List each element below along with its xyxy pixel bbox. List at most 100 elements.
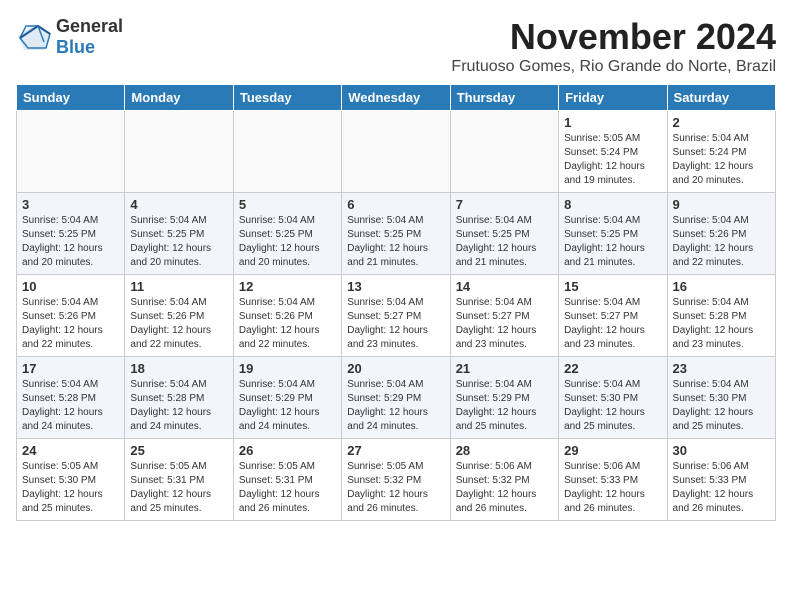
page-header: General Blue November 2024 Frutuoso Gome… <box>16 16 776 76</box>
weekday-header-friday: Friday <box>559 85 667 111</box>
day-cell-1: 1 Sunrise: 5:05 AMSunset: 5:24 PMDaylight… <box>559 111 667 193</box>
day-number: 4 <box>130 197 227 212</box>
day-info: Sunrise: 5:04 AMSunset: 5:29 PMDaylight:… <box>347 378 444 434</box>
day-info: Sunrise: 5:04 AMSunset: 5:26 PMDaylight:… <box>239 296 336 352</box>
day-cell-12: 12 Sunrise: 5:04 AMSunset: 5:26 PMDayligh… <box>233 275 341 357</box>
day-number: 28 <box>456 443 553 458</box>
day-cell-3: 3 Sunrise: 5:04 AMSunset: 5:25 PMDaylight… <box>17 193 125 275</box>
week-row-5: 24 Sunrise: 5:05 AMSunset: 5:30 PMDayligh… <box>17 439 776 521</box>
day-info: Sunrise: 5:04 AMSunset: 5:26 PMDaylight:… <box>130 296 227 352</box>
logo-blue: Blue <box>56 37 95 57</box>
day-info: Sunrise: 5:06 AMSunset: 5:33 PMDaylight:… <box>564 460 661 516</box>
day-info: Sunrise: 5:04 AMSunset: 5:28 PMDaylight:… <box>673 296 770 352</box>
day-number: 2 <box>673 115 770 130</box>
calendar-table: SundayMondayTuesdayWednesdayThursdayFrid… <box>16 84 776 521</box>
weekday-header-saturday: Saturday <box>667 85 775 111</box>
week-row-1: 1 Sunrise: 5:05 AMSunset: 5:24 PMDaylight… <box>17 111 776 193</box>
week-row-2: 3 Sunrise: 5:04 AMSunset: 5:25 PMDaylight… <box>17 193 776 275</box>
day-number: 23 <box>673 361 770 376</box>
day-number: 11 <box>130 279 227 294</box>
title-block: November 2024 Frutuoso Gomes, Rio Grande… <box>451 16 776 76</box>
day-info: Sunrise: 5:04 AMSunset: 5:25 PMDaylight:… <box>347 214 444 270</box>
day-number: 22 <box>564 361 661 376</box>
day-number: 21 <box>456 361 553 376</box>
day-cell-5: 5Sunrise: 5:04 AMSunset: 5:25 PMDaylight… <box>233 193 341 275</box>
logo: General Blue <box>16 16 123 58</box>
weekday-header-monday: Monday <box>125 85 233 111</box>
day-cell-24: 24 Sunrise: 5:05 AMSunset: 5:30 PMDayligh… <box>17 439 125 521</box>
calendar-header-row: SundayMondayTuesdayWednesdayThursdayFrid… <box>17 85 776 111</box>
day-number: 24 <box>22 443 119 458</box>
week-row-4: 17 Sunrise: 5:04 AMSunset: 5:28 PMDayligh… <box>17 357 776 439</box>
day-info: Sunrise: 5:04 AMSunset: 5:28 PMDaylight:… <box>130 378 227 434</box>
day-cell-18: 18Sunrise: 5:04 AMSunset: 5:28 PMDayligh… <box>125 357 233 439</box>
day-number: 27 <box>347 443 444 458</box>
month-title: November 2024 <box>451 16 776 58</box>
day-info: Sunrise: 5:05 AMSunset: 5:30 PMDaylight:… <box>22 460 119 516</box>
day-info: Sunrise: 5:04 AMSunset: 5:30 PMDaylight:… <box>564 378 661 434</box>
day-info: Sunrise: 5:05 AMSunset: 5:31 PMDaylight:… <box>130 460 227 516</box>
day-info: Sunrise: 5:04 AMSunset: 5:24 PMDaylight:… <box>673 132 770 188</box>
day-cell-21: 21 Sunrise: 5:04 AMSunset: 5:29 PMDayligh… <box>450 357 558 439</box>
day-info: Sunrise: 5:06 AMSunset: 5:33 PMDaylight:… <box>673 460 770 516</box>
empty-cell <box>125 111 233 193</box>
day-number: 15 <box>564 279 661 294</box>
day-cell-2: 2 Sunrise: 5:04 AMSunset: 5:24 PMDaylight… <box>667 111 775 193</box>
day-info: Sunrise: 5:04 AMSunset: 5:29 PMDaylight:… <box>456 378 553 434</box>
empty-cell <box>342 111 450 193</box>
day-info: Sunrise: 5:04 AMSunset: 5:26 PMDaylight:… <box>673 214 770 270</box>
day-info: Sunrise: 5:05 AMSunset: 5:32 PMDaylight:… <box>347 460 444 516</box>
day-cell-22: 22 Sunrise: 5:04 AMSunset: 5:30 PMDayligh… <box>559 357 667 439</box>
day-cell-19: 19 Sunrise: 5:04 AMSunset: 5:29 PMDayligh… <box>233 357 341 439</box>
day-number: 3 <box>22 197 119 212</box>
day-number: 8 <box>564 197 661 212</box>
day-cell-26: 26 Sunrise: 5:05 AMSunset: 5:31 PMDayligh… <box>233 439 341 521</box>
day-info: Sunrise: 5:06 AMSunset: 5:32 PMDaylight:… <box>456 460 553 516</box>
day-info: Sunrise: 5:04 AMSunset: 5:25 PMDaylight:… <box>22 214 119 270</box>
day-info: Sunrise: 5:04 AMSunset: 5:27 PMDaylight:… <box>564 296 661 352</box>
logo-text: General Blue <box>56 16 123 58</box>
week-row-3: 10 Sunrise: 5:04 AMSunset: 5:26 PMDayligh… <box>17 275 776 357</box>
day-cell-6: 6 Sunrise: 5:04 AMSunset: 5:25 PMDaylight… <box>342 193 450 275</box>
day-cell-10: 10Sunrise: 5:04 AMSunset: 5:26 PMDayligh… <box>17 275 125 357</box>
day-number: 16 <box>673 279 770 294</box>
day-number: 1 <box>564 115 661 130</box>
day-info: Sunrise: 5:04 AMSunset: 5:28 PMDaylight:… <box>22 378 119 434</box>
day-info: Sunrise: 5:05 AMSunset: 5:24 PMDaylight:… <box>564 132 661 188</box>
day-cell-13: 13Sunrise: 5:04 AMSunset: 5:27 PMDayligh… <box>342 275 450 357</box>
day-info: Sunrise: 5:04 AMSunset: 5:25 PMDaylight:… <box>239 214 336 270</box>
day-number: 9 <box>673 197 770 212</box>
day-cell-20: 20Sunrise: 5:04 AMSunset: 5:29 PMDayligh… <box>342 357 450 439</box>
day-cell-16: 16 Sunrise: 5:04 AMSunset: 5:28 PMDayligh… <box>667 275 775 357</box>
day-cell-30: 30 Sunrise: 5:06 AMSunset: 5:33 PMDayligh… <box>667 439 775 521</box>
day-info: Sunrise: 5:04 AMSunset: 5:25 PMDaylight:… <box>130 214 227 270</box>
day-cell-17: 17 Sunrise: 5:04 AMSunset: 5:28 PMDayligh… <box>17 357 125 439</box>
day-info: Sunrise: 5:05 AMSunset: 5:31 PMDaylight:… <box>239 460 336 516</box>
logo-general: General <box>56 16 123 36</box>
day-number: 19 <box>239 361 336 376</box>
day-cell-14: 14Sunrise: 5:04 AMSunset: 5:27 PMDayligh… <box>450 275 558 357</box>
day-cell-25: 25Sunrise: 5:05 AMSunset: 5:31 PMDayligh… <box>125 439 233 521</box>
day-info: Sunrise: 5:04 AMSunset: 5:29 PMDaylight:… <box>239 378 336 434</box>
day-number: 6 <box>347 197 444 212</box>
day-cell-29: 29 Sunrise: 5:06 AMSunset: 5:33 PMDayligh… <box>559 439 667 521</box>
day-info: Sunrise: 5:04 AMSunset: 5:27 PMDaylight:… <box>456 296 553 352</box>
day-number: 7 <box>456 197 553 212</box>
day-number: 10 <box>22 279 119 294</box>
day-cell-9: 9 Sunrise: 5:04 AMSunset: 5:26 PMDaylight… <box>667 193 775 275</box>
day-info: Sunrise: 5:04 AMSunset: 5:25 PMDaylight:… <box>456 214 553 270</box>
day-cell-7: 7 Sunrise: 5:04 AMSunset: 5:25 PMDaylight… <box>450 193 558 275</box>
day-info: Sunrise: 5:04 AMSunset: 5:30 PMDaylight:… <box>673 378 770 434</box>
day-number: 30 <box>673 443 770 458</box>
empty-cell <box>450 111 558 193</box>
day-cell-28: 28 Sunrise: 5:06 AMSunset: 5:32 PMDayligh… <box>450 439 558 521</box>
location-title: Frutuoso Gomes, Rio Grande do Norte, Bra… <box>451 58 776 76</box>
day-number: 12 <box>239 279 336 294</box>
day-number: 17 <box>22 361 119 376</box>
day-info: Sunrise: 5:04 AMSunset: 5:25 PMDaylight:… <box>564 214 661 270</box>
weekday-header-sunday: Sunday <box>17 85 125 111</box>
day-number: 29 <box>564 443 661 458</box>
weekday-header-thursday: Thursday <box>450 85 558 111</box>
empty-cell <box>17 111 125 193</box>
day-number: 26 <box>239 443 336 458</box>
